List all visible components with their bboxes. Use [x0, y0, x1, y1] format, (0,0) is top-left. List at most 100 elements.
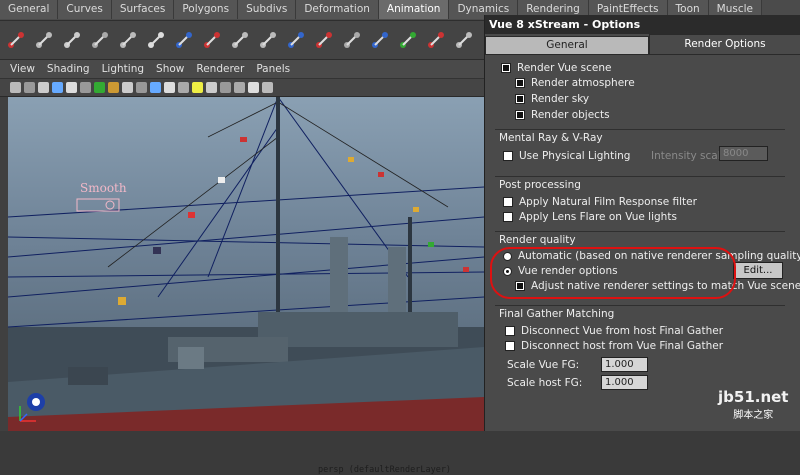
render-sky-row[interactable]: Render sky — [515, 93, 589, 105]
viewport-tool-icon[interactable] — [248, 82, 259, 93]
disconnect-vue-checkbox[interactable] — [505, 326, 515, 336]
shelf-tab-animation[interactable]: Animation — [378, 0, 450, 19]
disconnect-vue-row[interactable]: Disconnect Vue from host Final Gather — [505, 325, 723, 337]
watermark-domain: jb51.net — [718, 388, 789, 406]
orient-icon[interactable] — [424, 26, 448, 54]
edit-button[interactable]: Edit... — [733, 262, 783, 279]
render-vue-scene-checkbox[interactable] — [501, 63, 511, 73]
constraint-icon[interactable] — [396, 26, 420, 54]
viewport-tool-icon[interactable] — [220, 82, 231, 93]
viewport-tool-icon[interactable] — [136, 82, 147, 93]
viewport-tool-icon[interactable] — [122, 82, 133, 93]
scale-host-fg-field[interactable]: 1.000 — [601, 375, 648, 390]
lens-flare-checkbox[interactable] — [503, 212, 513, 222]
viewport-tool-icon[interactable] — [164, 82, 175, 93]
red-highlight-annotation — [490, 247, 736, 299]
viewport-menu-panels[interactable]: Panels — [256, 63, 290, 75]
character-icon[interactable] — [88, 26, 112, 54]
shelf-tab-deformation[interactable]: Deformation — [296, 0, 379, 19]
viewport-3d-scene[interactable] — [8, 97, 484, 431]
viewport-menu-lighting[interactable]: Lighting — [102, 63, 144, 75]
render-objects-row[interactable]: Render objects — [515, 109, 610, 121]
paint-weights-icon[interactable] — [312, 26, 336, 54]
viewport-tool-icon[interactable] — [38, 82, 49, 93]
shelf-tab-general[interactable]: General — [0, 0, 59, 19]
viewport-tool-icon[interactable] — [108, 82, 119, 93]
render-quality-title: Render quality — [499, 234, 576, 246]
shelf-tab-curves[interactable]: Curves — [58, 0, 112, 19]
tab-general[interactable]: General — [485, 36, 649, 54]
skeleton-icon[interactable] — [116, 26, 140, 54]
viewport-toolbar — [0, 79, 484, 97]
mental-ray-group — [495, 129, 785, 130]
shelf-tab-polygons[interactable]: Polygons — [174, 0, 239, 19]
watermark-tagline: 脚本之家 — [733, 410, 774, 421]
render-vue-scene-label: Render Vue scene — [517, 62, 612, 74]
render-objects-label: Render objects — [531, 109, 610, 121]
viewport-menubar: View Shading Lighting Show Renderer Panels — [0, 60, 484, 79]
post-processing-group — [495, 176, 785, 177]
intensity-scale-field[interactable]: 8000 — [719, 146, 768, 161]
ik-handle-icon[interactable] — [32, 26, 56, 54]
viewport-tool-icon[interactable] — [192, 82, 203, 93]
viewport-menu-renderer[interactable]: Renderer — [196, 63, 244, 75]
viewport-tool-icon[interactable] — [178, 82, 189, 93]
disconnect-host-checkbox[interactable] — [505, 341, 515, 351]
render-atmosphere-row[interactable]: Render atmosphere — [515, 77, 635, 89]
weight-tool-icon[interactable] — [340, 26, 364, 54]
ik-tool-icon[interactable] — [200, 26, 224, 54]
scale-vue-fg-label: Scale Vue FG: — [507, 359, 580, 371]
mirror-icon[interactable] — [284, 26, 308, 54]
natural-film-row[interactable]: Apply Natural Film Response filter — [503, 196, 697, 208]
skin-icon[interactable] — [452, 26, 476, 54]
joint-tool-icon[interactable] — [172, 26, 196, 54]
viewport-tool-icon[interactable] — [150, 82, 161, 93]
viewport-tool-icon[interactable] — [66, 82, 77, 93]
render-vue-scene-row[interactable]: Render Vue scene — [501, 62, 611, 74]
render-objects-checkbox[interactable] — [515, 110, 525, 120]
smooth-slider-icon[interactable] — [76, 198, 120, 212]
viewport-tool-icon[interactable] — [80, 82, 91, 93]
ik-spline-icon[interactable] — [60, 26, 84, 54]
joint-icon[interactable] — [4, 26, 28, 54]
viewport-tool-icon[interactable] — [234, 82, 245, 93]
vue-options-window: Vue 8 xStream - Options General Render O… — [484, 15, 800, 431]
viewport-panel: View Shading Lighting Show Renderer Panels — [0, 60, 484, 475]
shelf-tab-surfaces[interactable]: Surfaces — [111, 0, 175, 19]
shelf-tab-subdivs[interactable]: Subdivs — [238, 0, 297, 19]
connect-icon[interactable] — [228, 26, 252, 54]
use-physical-lighting-row[interactable]: Use Physical Lighting — [503, 150, 630, 162]
viewport-tool-icon[interactable] — [262, 82, 273, 93]
scale-vue-fg-field[interactable]: 1.000 — [601, 357, 648, 372]
post-processing-title: Post processing — [499, 179, 581, 191]
mental-ray-title: Mental Ray & V-Ray — [499, 132, 603, 144]
viewport-menu-view[interactable]: View — [10, 63, 35, 75]
render-sky-checkbox[interactable] — [515, 94, 525, 104]
axis-gizmo-icon — [19, 406, 36, 422]
render-atmosphere-checkbox[interactable] — [515, 78, 525, 88]
viewport-tool-icon[interactable] — [94, 82, 105, 93]
bind-icon[interactable] — [144, 26, 168, 54]
scale-host-fg-label: Scale host FG: — [507, 377, 583, 389]
use-physical-lighting-checkbox[interactable] — [503, 151, 513, 161]
tab-render-options[interactable]: Render Options — [649, 34, 800, 54]
natural-film-checkbox[interactable] — [503, 197, 513, 207]
disconnect-host-label: Disconnect host from Vue Final Gather — [521, 340, 724, 352]
viewport-tool-icon[interactable] — [206, 82, 217, 93]
locator-icon[interactable] — [368, 26, 392, 54]
render-atmosphere-label: Render atmosphere — [531, 77, 635, 89]
window-title: Vue 8 xStream - Options — [485, 15, 800, 34]
viewport-camera-label: persp (defaultRenderLayer) — [318, 465, 452, 475]
render-quality-group — [495, 231, 785, 232]
chain-icon[interactable] — [256, 26, 280, 54]
viewport-tool-icon[interactable] — [52, 82, 63, 93]
disconnect-host-row[interactable]: Disconnect host from Vue Final Gather — [505, 340, 723, 352]
smooth-hud-label: Smooth — [80, 181, 127, 195]
lens-flare-row[interactable]: Apply Lens Flare on Vue lights — [503, 211, 677, 223]
viewport-tool-icon[interactable] — [10, 82, 21, 93]
viewport-menu-shading[interactable]: Shading — [47, 63, 90, 75]
natural-film-label: Apply Natural Film Response filter — [519, 196, 697, 208]
viewport-tool-icon[interactable] — [24, 82, 35, 93]
viewport-menu-show[interactable]: Show — [156, 63, 184, 75]
final-gather-group — [495, 305, 785, 306]
